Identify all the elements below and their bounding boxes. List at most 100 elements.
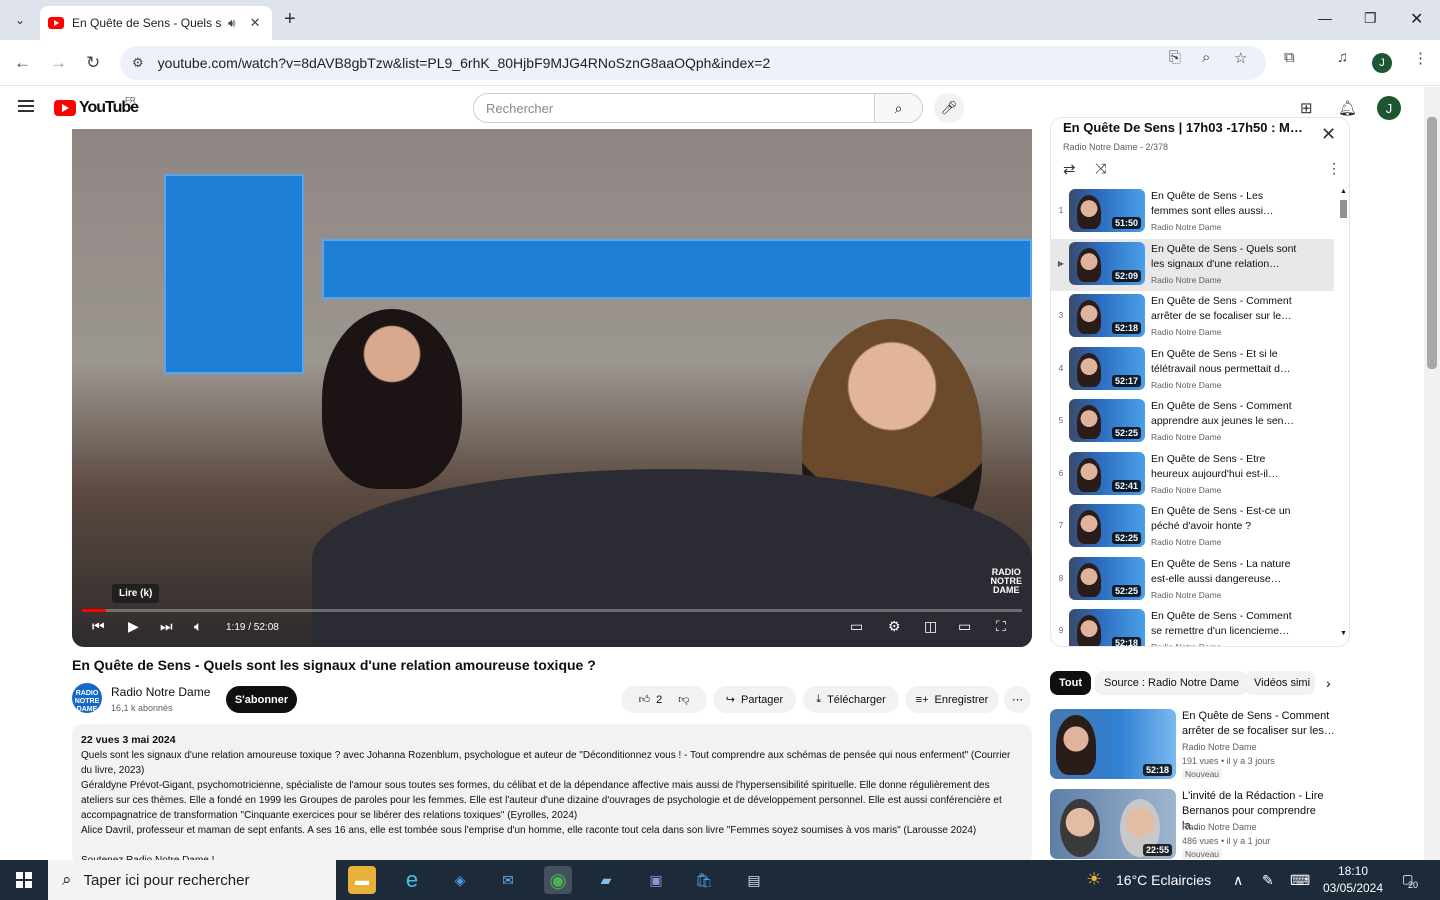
playlist-item[interactable]: 6 52:41 En Quête de Sens - Etre heureux au…	[1051, 449, 1334, 502]
download-button[interactable]: ⤓ Télécharger	[803, 686, 899, 713]
channel-avatar[interactable]: RADIO NOTRE DAME	[72, 683, 102, 713]
windows-start-icon[interactable]	[16, 872, 32, 888]
playlist-more-icon[interactable]: ⋮	[1327, 160, 1341, 177]
notepad-icon[interactable]: ▰	[592, 866, 620, 894]
playlist-item[interactable]: 3 52:18 En Quête de Sens - Comment arrêter…	[1051, 291, 1334, 344]
miniplayer-icon[interactable]: ◫	[924, 618, 937, 635]
shuffle-icon[interactable]: ⤨	[1095, 160, 1106, 177]
chrome-icon[interactable]: ◉	[544, 866, 572, 894]
more-actions-icon[interactable]: ⋯	[1004, 686, 1031, 713]
edge-icon[interactable]: e	[398, 866, 426, 894]
playlist-item-title[interactable]: En Quête de Sens - La nature est-elle au…	[1151, 557, 1301, 587]
playlist-item-title[interactable]: En Quête de Sens - Est-ce un péché d'avo…	[1151, 504, 1301, 534]
user-avatar[interactable]: J	[1377, 96, 1401, 120]
page-scrollbar[interactable]	[1424, 87, 1440, 860]
forward-icon[interactable]: →	[50, 53, 67, 73]
microphone-icon[interactable]: 🎤︎	[934, 93, 964, 123]
new-tab-icon[interactable]: +	[284, 8, 296, 31]
playlist-item-title[interactable]: En Quête de Sens - Comment apprendre aux…	[1151, 399, 1301, 429]
playlist-scrollbar[interactable]: ▲ ▼	[1340, 188, 1347, 646]
playlist-item-title[interactable]: En Quête de Sens - Comment se remettre d…	[1151, 609, 1301, 639]
loop-icon[interactable]: ⇄	[1063, 160, 1076, 178]
playlist-thumbnail[interactable]: 52:41	[1069, 451, 1145, 495]
subtitles-icon[interactable]: ▭	[850, 618, 863, 635]
youtube-logo-icon[interactable]	[54, 100, 76, 116]
playlist-thumbnail[interactable]: 52:09	[1069, 241, 1145, 285]
scroll-down-icon[interactable]: ▼	[1340, 630, 1347, 637]
playlist-item-title[interactable]: En Quête de Sens - Etre heureux aujourd'…	[1151, 452, 1301, 482]
progress-bar[interactable]	[82, 609, 1022, 612]
browser-profile-avatar[interactable]: J	[1372, 53, 1392, 73]
subscribe-button[interactable]: S'abonner	[226, 686, 297, 713]
scroll-up-icon[interactable]: ▲	[1340, 188, 1347, 195]
recommendation-channel[interactable]: Radio Notre Dame	[1182, 822, 1257, 832]
taskbar-clock[interactable]: 18:10 03/05/2024	[1318, 863, 1388, 897]
install-app-icon[interactable]: ⎘	[1169, 49, 1181, 66]
store-pin-icon[interactable]: ◈	[446, 866, 474, 894]
close-playlist-icon[interactable]: ✕	[1321, 124, 1336, 145]
tab-search-chevron-icon[interactable]: ⌄	[8, 8, 32, 32]
theater-mode-icon[interactable]: ▭	[958, 618, 971, 635]
playlist-subtitle[interactable]: Radio Notre Dame - 2/378	[1063, 142, 1168, 152]
search-icon[interactable]: ⌕	[874, 94, 922, 122]
description-box[interactable]: 22 vues 3 mai 2024 Quels sont les signau…	[72, 724, 1032, 864]
page-scroll-thumb[interactable]	[1427, 117, 1437, 369]
chip-similar[interactable]: Vidéos simi	[1245, 671, 1315, 695]
recommendation-item[interactable]: 52:18 En Quête de Sens - Comment arrêter…	[1050, 709, 1350, 781]
previous-icon[interactable]: ⏮	[92, 618, 105, 635]
window-close-icon[interactable]: ✕	[1410, 9, 1423, 29]
site-info-icon[interactable]: ⚙	[132, 55, 144, 71]
playlist-thumbnail[interactable]: 52:25	[1069, 399, 1145, 442]
playlist-thumbnail[interactable]: 51:50	[1069, 189, 1145, 232]
browser-tab[interactable]: En Quête de Sens - Quels so 🔊︎ ✕	[40, 6, 272, 40]
recommendation-thumbnail[interactable]: 22:55	[1050, 789, 1176, 859]
playlist-item-title[interactable]: En Quête de Sens - Les femmes sont elles…	[1151, 189, 1301, 219]
playlist-item[interactable]: 9 52:18 En Quête de Sens - Comment se reme…	[1051, 606, 1334, 646]
like-count[interactable]: 2	[656, 694, 662, 706]
playlist-item-title[interactable]: En Quête de Sens - Comment arrêter de se…	[1151, 294, 1301, 324]
fullscreen-icon[interactable]: ⛶	[996, 618, 1006, 635]
pen-icon[interactable]: ✎	[1262, 872, 1274, 889]
chip-all[interactable]: Tout	[1050, 671, 1092, 695]
zoom-icon[interactable]: ⌕	[1202, 49, 1210, 66]
dislike-icon[interactable]: 👎︎	[678, 693, 689, 706]
minimize-icon[interactable]: —	[1318, 10, 1332, 26]
weather-text[interactable]: 16°C Eclaircies	[1116, 872, 1211, 888]
taskbar-search[interactable]: ⌕ Taper ici pour rechercher	[48, 860, 336, 900]
show-hidden-icons-icon[interactable]: ∧	[1233, 872, 1243, 889]
settings-gear-icon[interactable]: ⚙	[888, 618, 901, 635]
playlist-item[interactable]: 7 52:25 En Quête de Sens - Est-ce un péché…	[1051, 501, 1334, 554]
chevron-right-icon[interactable]: ›	[1326, 675, 1331, 691]
maximize-icon[interactable]: ❐	[1364, 10, 1377, 27]
media-control-icon[interactable]: ♫	[1337, 49, 1348, 66]
browser-menu-icon[interactable]: ⋮	[1413, 49, 1428, 67]
like-icon[interactable]: 👍︎	[639, 693, 651, 706]
playlist-title[interactable]: En Quête De Sens | 17h03 -17h50 : M…	[1063, 120, 1303, 135]
volume-icon[interactable]: 🔈︎	[194, 618, 202, 635]
create-video-icon[interactable]: ⊞	[1300, 99, 1313, 117]
playlist-scroll-thumb[interactable]	[1340, 200, 1347, 218]
hamburger-menu-icon[interactable]	[18, 100, 34, 112]
playlist-item[interactable]: 8 52:25 En Quête de Sens - La nature est-e…	[1051, 554, 1334, 607]
save-button[interactable]: ≡+ Enregistrer	[905, 686, 999, 713]
playlist-thumbnail[interactable]: 52:18	[1069, 609, 1145, 646]
recommendation-thumbnail[interactable]: 52:18	[1050, 709, 1176, 779]
close-tab-icon[interactable]: ✕	[250, 15, 261, 31]
reload-icon[interactable]: ↻	[86, 53, 100, 73]
playlist-item[interactable]: 4 52:17 En Quête de Sens - Et si le télétr…	[1051, 344, 1334, 397]
app-icon[interactable]: ▣	[642, 866, 670, 894]
search-input[interactable]	[474, 94, 874, 122]
keyboard-icon[interactable]: ⌨	[1290, 872, 1310, 889]
playlist-thumbnail[interactable]: 52:17	[1069, 346, 1145, 390]
video-player[interactable]: RADIO NOTRE DAME Lire (k) ⏮ ▶ ⏭ 🔈︎ 1:19 …	[72, 129, 1032, 647]
play-icon[interactable]: ▶	[128, 618, 139, 635]
recommendation-title[interactable]: En Quête de Sens - Comment arrêter de se…	[1182, 709, 1337, 739]
extensions-icon[interactable]: ⧉	[1284, 49, 1295, 66]
playlist-item[interactable]: ▶ 52:09 En Quête de Sens - Quels sont les …	[1051, 238, 1334, 291]
playlist-item[interactable]: 1 51:50 En Quête de Sens - Les femmes sont…	[1051, 186, 1334, 239]
playlist-item[interactable]: 5 52:25 En Quête de Sens - Comment apprend…	[1051, 396, 1334, 449]
next-icon[interactable]: ⏭	[160, 618, 173, 635]
weather-icon[interactable]: ☀	[1086, 869, 1102, 890]
recommendation-channel[interactable]: Radio Notre Dame	[1182, 742, 1257, 752]
playlist-thumbnail[interactable]: 52:18	[1069, 294, 1145, 337]
